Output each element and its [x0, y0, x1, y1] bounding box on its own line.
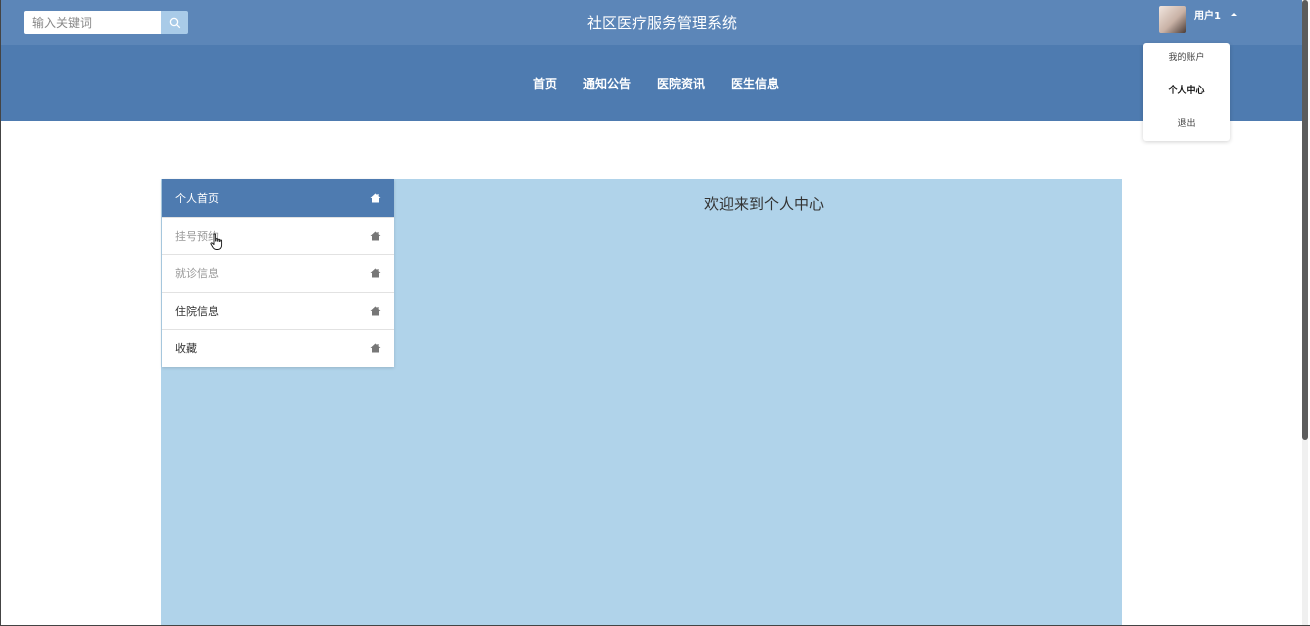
welcome-heading: 欢迎来到个人中心 [703, 195, 824, 213]
dropdown-item-personal-center[interactable]: 个人中心 [1143, 76, 1230, 109]
user-name[interactable]: 用户1 [1194, 7, 1221, 22]
home-icon [370, 268, 381, 278]
nav-item-notices[interactable]: 通知公告 [583, 75, 631, 92]
sidebar-item-label: 住院信息 [175, 304, 219, 318]
top-bar: 社区医疗服务管理系统 用户1 [1, 0, 1303, 45]
sidebar-item-label: 就诊信息 [175, 267, 219, 281]
dropdown-item-my-account[interactable]: 我的账户 [1143, 43, 1230, 76]
sidebar-item-label: 挂号预约 [175, 229, 219, 243]
sidebar-item-label: 收藏 [175, 342, 197, 356]
avatar-image[interactable] [1159, 5, 1186, 33]
sidebar-menu: 个人首页 挂号预约 就诊信息 住院信息 收藏 [162, 179, 394, 367]
home-icon [370, 306, 381, 316]
main-nav: 首页 通知公告 医院资讯 医生信息 [1, 45, 1303, 121]
nav-item-doctor-info[interactable]: 医生信息 [731, 75, 779, 92]
home-icon [370, 193, 381, 203]
sidebar-item-visit-info[interactable]: 就诊信息 [162, 254, 394, 292]
home-icon [370, 231, 381, 241]
sidebar-item-inpatient-info[interactable]: 住院信息 [162, 291, 394, 330]
app-window: 社区医疗服务管理系统 用户1 首页 通知公告 医院资讯 医生信息 我的账户 个人… [0, 0, 1310, 626]
site-title: 社区医疗服务管理系统 [586, 14, 737, 32]
user-dropdown-menu: 我的账户 个人中心 退出 [1143, 43, 1230, 141]
user-menu-toggle[interactable]: 用户1 [1159, 5, 1237, 33]
page-scrollbar[interactable] [1302, 0, 1308, 625]
scrollbar-thumb[interactable] [1302, 0, 1308, 440]
caret-up-icon[interactable] [1230, 12, 1237, 16]
sidebar-item-favorites[interactable]: 收藏 [162, 329, 394, 367]
home-icon [370, 343, 381, 353]
dropdown-item-logout[interactable]: 退出 [1143, 109, 1230, 142]
sidebar-item-label: 个人首页 [175, 191, 219, 205]
sidebar-item-personal-home[interactable]: 个人首页 [162, 179, 394, 217]
sidebar-item-appointment[interactable]: 挂号预约 [162, 216, 394, 255]
nav-item-home[interactable]: 首页 [533, 75, 557, 92]
nav-item-hospital-news[interactable]: 医院资讯 [657, 75, 705, 92]
